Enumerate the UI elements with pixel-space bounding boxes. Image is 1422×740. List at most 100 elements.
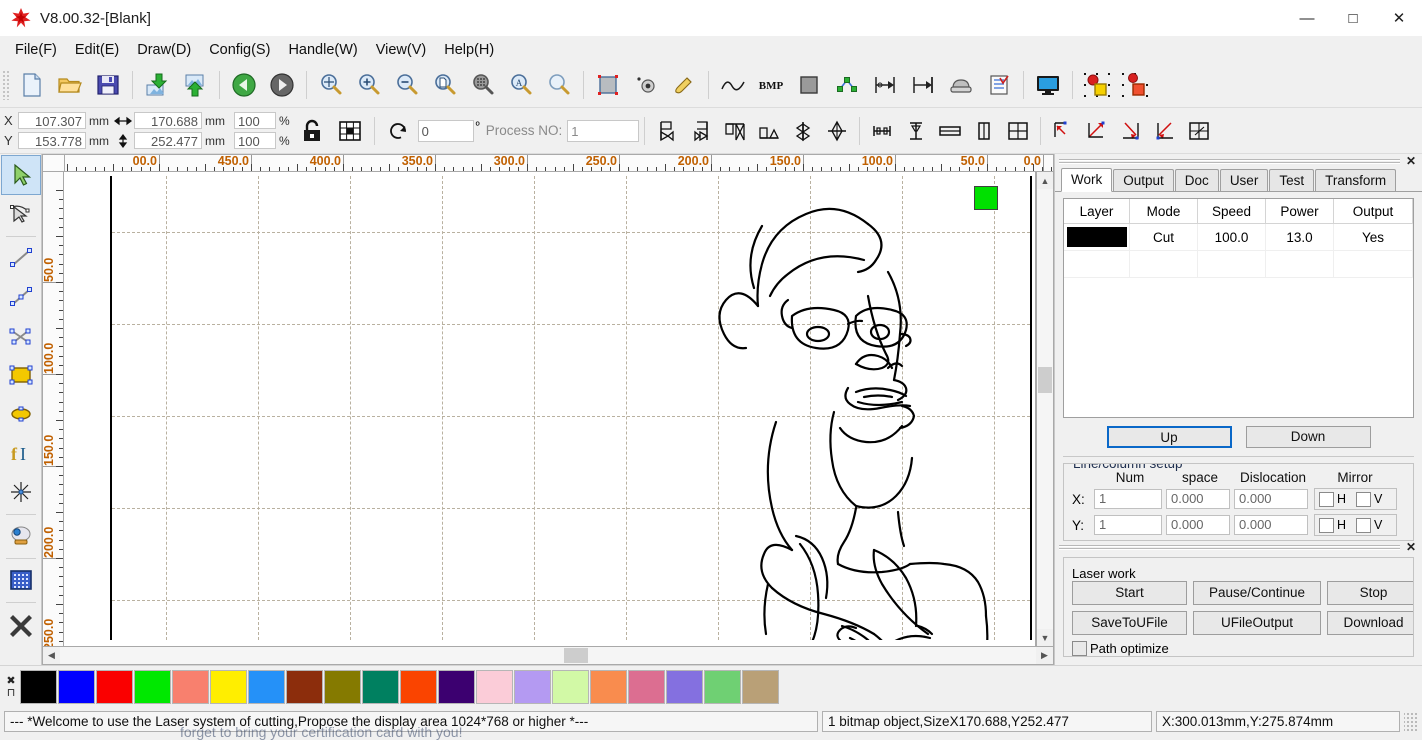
zoom-out-icon[interactable] [388, 66, 426, 104]
zoom-window-icon[interactable] [540, 66, 578, 104]
scroll-left-button[interactable]: ◀ [43, 647, 60, 664]
color-swatch-olive[interactable] [324, 670, 361, 704]
align-left-icon[interactable] [650, 112, 684, 150]
work-page[interactable] [110, 176, 1032, 640]
same-size-v-icon[interactable] [967, 112, 1001, 150]
open-folder-icon[interactable] [51, 66, 89, 104]
color-swatch-light-blue[interactable] [248, 670, 285, 704]
print-icon[interactable] [942, 66, 980, 104]
rectangle-tool[interactable] [2, 356, 40, 394]
canvas-horizontal-scrollbar[interactable]: ◀ ▶ [42, 647, 1054, 665]
y-num-input[interactable]: 1 [1094, 515, 1162, 535]
scale-height-input[interactable]: 100 [234, 132, 276, 149]
height-input[interactable]: 252.477 [134, 132, 202, 149]
x-mirror-v-checkbox[interactable] [1356, 491, 1372, 507]
x-space-input[interactable]: 0.000 [1166, 489, 1230, 509]
pen-edit-icon[interactable] [665, 66, 703, 104]
node-edit-tool[interactable] [2, 195, 40, 233]
toolbar-grip[interactable] [2, 70, 10, 100]
color-swatch-orange[interactable] [590, 670, 627, 704]
display-monitor-icon[interactable] [1029, 66, 1067, 104]
cell-output[interactable]: Yes [1334, 224, 1413, 250]
new-file-icon[interactable] [13, 66, 51, 104]
tab-work[interactable]: Work [1061, 168, 1113, 192]
node-edit-icon[interactable] [828, 66, 866, 104]
y-mirror-v-checkbox[interactable] [1356, 517, 1372, 533]
line-tool[interactable] [2, 239, 40, 277]
hscroll-thumb[interactable] [564, 648, 588, 663]
zoom-to-all-icon[interactable]: A [502, 66, 540, 104]
zoom-in-icon[interactable] [350, 66, 388, 104]
color-swatch-pink[interactable] [476, 670, 513, 704]
zoom-pan-icon[interactable] [312, 66, 350, 104]
vscroll-track[interactable] [1037, 189, 1053, 629]
ungroup-objects-icon[interactable] [1116, 66, 1154, 104]
bezier-tool[interactable] [2, 317, 40, 355]
y-dislocation-input[interactable]: 0.000 [1234, 515, 1308, 535]
menu-edit[interactable]: Edit(E) [66, 39, 128, 61]
path-optimize-checkbox[interactable] [1072, 641, 1087, 656]
panel-splitter[interactable]: ✕ [1055, 540, 1422, 554]
x-dislocation-input[interactable]: 0.000 [1234, 489, 1308, 509]
scroll-right-button[interactable]: ▶ [1036, 647, 1053, 664]
align-bottom-icon[interactable] [752, 112, 786, 150]
delete-tool[interactable] [2, 605, 40, 643]
color-swatch-red[interactable] [96, 670, 133, 704]
offset-icon[interactable] [866, 66, 904, 104]
scroll-up-button[interactable]: ▲ [1037, 172, 1053, 189]
layer-table[interactable]: Layer Mode Speed Power Output Cut 100.0 … [1063, 198, 1414, 418]
align-top-icon[interactable] [718, 112, 752, 150]
layer-color-swatch[interactable] [1064, 224, 1130, 250]
palette-extra-icon[interactable]: ⊓ [7, 687, 16, 699]
ellipse-tool[interactable] [2, 395, 40, 433]
same-size-all-icon[interactable] [1001, 112, 1035, 150]
array-top-left-icon[interactable] [1046, 112, 1080, 150]
pause-continue-button[interactable]: Pause/Continue [1193, 581, 1321, 605]
y-space-input[interactable]: 0.000 [1166, 515, 1230, 535]
fill-icon[interactable] [790, 66, 828, 104]
dot-matrix-tool[interactable] [2, 561, 40, 599]
align-right-icon[interactable] [684, 112, 718, 150]
save-to-ufile-button[interactable]: SaveToUFile [1072, 611, 1187, 635]
color-swatch-blue[interactable] [58, 670, 95, 704]
color-swatch-salmon[interactable] [172, 670, 209, 704]
preview-point-icon[interactable] [627, 66, 665, 104]
same-width-icon[interactable] [865, 112, 899, 150]
color-swatch-yellow[interactable] [210, 670, 247, 704]
color-swatch-black[interactable] [20, 670, 57, 704]
no-color-icon[interactable]: ✖ [6, 675, 15, 687]
zoom-to-page-icon[interactable] [426, 66, 464, 104]
x-mirror-h-checkbox[interactable] [1319, 491, 1334, 507]
stop-button[interactable]: Stop [1327, 581, 1413, 605]
array-top-right-icon[interactable] [1080, 112, 1114, 150]
color-swatch-tan[interactable] [742, 670, 779, 704]
download-button[interactable]: Download [1327, 611, 1413, 635]
panel-drag-grip[interactable] [1059, 158, 1400, 164]
menu-help[interactable]: Help(H) [435, 39, 503, 61]
rotate-angle-input[interactable]: 0 [417, 119, 474, 142]
scroll-down-button[interactable]: ▼ [1037, 629, 1053, 646]
panel-close-icon[interactable]: ✕ [1404, 154, 1418, 168]
color-swatch-lavender[interactable] [514, 670, 551, 704]
canvas-vertical-scrollbar[interactable]: ▲ ▼ [1036, 172, 1054, 647]
rotate-icon[interactable] [380, 112, 418, 150]
x-position-input[interactable]: 107.307 [18, 112, 86, 129]
color-swatch-rose[interactable] [628, 670, 665, 704]
laser-panel-close-icon[interactable]: ✕ [1404, 540, 1418, 554]
same-size-h-icon[interactable] [933, 112, 967, 150]
scale-width-input[interactable]: 100 [234, 112, 276, 129]
anchor-grid-icon[interactable] [331, 112, 369, 150]
hscroll-track[interactable] [60, 647, 1036, 664]
color-swatch-green[interactable] [134, 670, 171, 704]
bmp-icon[interactable]: BMP [752, 66, 790, 104]
align-right-icon[interactable] [904, 66, 942, 104]
maximize-button[interactable]: □ [1330, 0, 1376, 36]
horizontal-ruler[interactable]: 00.0 450.0 400.0 350.0 300.0 250.0 200.0… [64, 154, 1054, 172]
window-resize-grip[interactable] [1404, 710, 1418, 732]
undo-icon[interactable] [225, 66, 263, 104]
color-swatch-purple[interactable] [438, 670, 475, 704]
cell-mode[interactable]: Cut [1130, 224, 1198, 250]
process-no-input[interactable]: 1 [567, 119, 640, 142]
move-layer-up-button[interactable]: Up [1106, 426, 1232, 448]
color-swatch-teal[interactable] [362, 670, 399, 704]
